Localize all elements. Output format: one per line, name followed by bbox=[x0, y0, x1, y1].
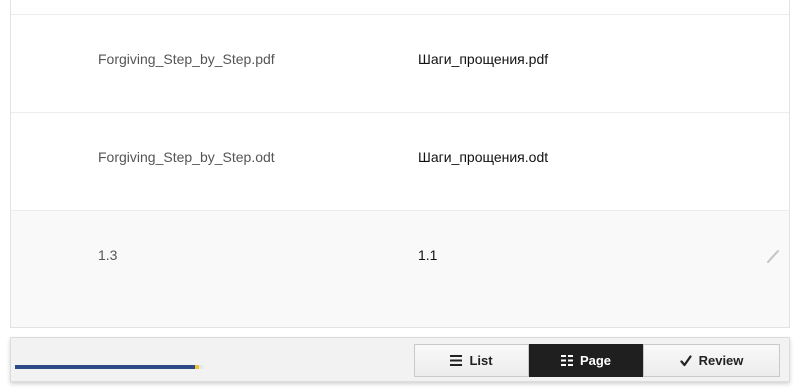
source-cell: Forgiving_Step_by_Step.pdf bbox=[98, 51, 275, 67]
page-view-button[interactable]: Page bbox=[529, 344, 643, 377]
review-label: Review bbox=[698, 353, 744, 368]
translation-progress-bar bbox=[15, 365, 203, 369]
progress-fuzzy bbox=[195, 365, 199, 369]
progress-translated bbox=[15, 365, 195, 369]
table-row[interactable]: 1.3 1.1 bbox=[11, 210, 789, 327]
target-cell[interactable]: Шаги_прощения.odt bbox=[418, 148, 548, 166]
translation-table: Forgiving_Step_by_Step.pdf Шаги_прощения… bbox=[10, 0, 790, 328]
source-cell: Forgiving_Step_by_Step.odt bbox=[98, 149, 275, 165]
table-row[interactable]: Forgiving_Step_by_Step.odt Шаги_прощения… bbox=[11, 112, 789, 210]
target-cell[interactable]: Шаги_прощения.pdf bbox=[418, 50, 548, 68]
bottom-toolbar: List Page Review bbox=[10, 337, 790, 382]
check-icon bbox=[679, 354, 692, 366]
grid-icon bbox=[560, 355, 573, 366]
pencil-icon[interactable] bbox=[766, 249, 780, 263]
list-view-button[interactable]: List bbox=[414, 344, 529, 377]
review-button[interactable]: Review bbox=[643, 344, 780, 377]
list-icon bbox=[450, 355, 463, 366]
target-cell[interactable]: 1.1 bbox=[418, 246, 437, 264]
table-row[interactable]: Forgiving_Step_by_Step.pdf Шаги_прощения… bbox=[11, 14, 789, 112]
list-view-label: List bbox=[469, 353, 493, 368]
source-cell: 1.3 bbox=[98, 247, 118, 263]
page-view-label: Page bbox=[579, 353, 612, 368]
